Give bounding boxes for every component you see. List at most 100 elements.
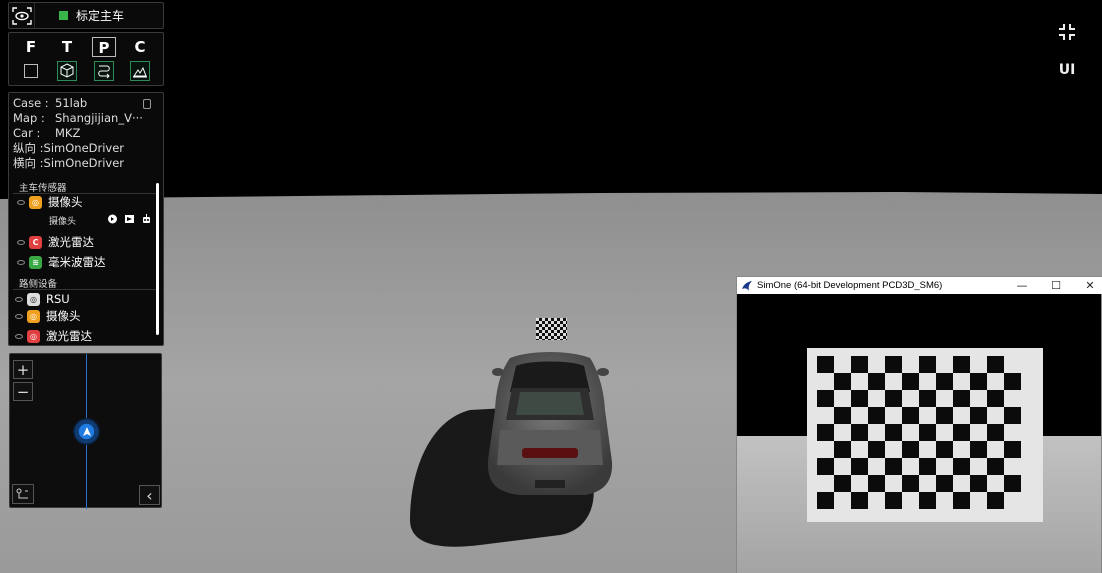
case-row: Case : 51lab [13, 96, 87, 111]
view-letter-p[interactable]: P [92, 37, 116, 57]
sensor-label: 激光雷达 [46, 329, 92, 343]
zoom-out-button[interactable]: − [13, 382, 33, 401]
car-value: MKZ [55, 126, 81, 140]
window-titlebar[interactable]: SimOne (64-bit Development PCD3D_SM6) — … [737, 277, 1102, 294]
collapse-info-button[interactable] [143, 99, 151, 109]
view-selector: F T P C [8, 32, 164, 86]
checker-cell [885, 441, 902, 458]
collapse-map-button[interactable]: ‹ [139, 485, 160, 505]
checker-cell [885, 390, 902, 407]
checker-cell [902, 441, 919, 458]
vehicle-model [487, 352, 613, 495]
checker-cell [851, 424, 868, 441]
terrain-icon[interactable] [130, 61, 150, 81]
video-icon[interactable] [107, 214, 118, 224]
window-title: SimOne (64-bit Development PCD3D_SM6) [757, 280, 943, 291]
checker-cell [885, 356, 902, 373]
calibration-checkerboard [536, 318, 567, 340]
view-top[interactable]: T [55, 37, 79, 81]
maximize-button[interactable]: ☐ [1039, 277, 1073, 294]
frame-icon[interactable] [124, 214, 135, 224]
visibility-icon[interactable] [15, 296, 23, 302]
checker-cell [885, 407, 902, 424]
checker-cell [970, 441, 987, 458]
view-letter-f[interactable]: F [19, 37, 43, 57]
camera-toggle-button[interactable] [9, 3, 35, 28]
view-letter-t[interactable]: T [55, 37, 79, 57]
sensor-label: 毫米波雷达 [48, 255, 106, 269]
checker-cell [936, 424, 953, 441]
sensor-label: 摄像头 [46, 309, 81, 323]
checker-cell [902, 492, 919, 509]
checker-cell [868, 424, 885, 441]
checker-cell [868, 492, 885, 509]
checker-cell [834, 356, 851, 373]
checker-cell [868, 390, 885, 407]
checker-cell [902, 356, 919, 373]
checker-cell [1004, 356, 1021, 373]
minimap[interactable]: + − ‹ [9, 353, 162, 509]
checker-cell [885, 373, 902, 390]
visibility-icon[interactable] [17, 259, 25, 265]
collapse-icon [1059, 24, 1075, 40]
minimize-button[interactable]: — [1005, 277, 1039, 294]
visibility-icon[interactable] [15, 333, 23, 339]
view-front[interactable]: F [19, 37, 43, 78]
checker-cell [936, 407, 953, 424]
exit-fullscreen-button[interactable] [1049, 14, 1085, 50]
checker-cell [970, 492, 987, 509]
vehicle-name: 标定主车 [76, 9, 125, 23]
sensor-item-radar[interactable]: ≋ 毫米波雷达 [17, 254, 106, 270]
checker-cell [936, 492, 953, 509]
checker-cell [817, 373, 834, 390]
checker-cell [953, 492, 970, 509]
sensor-item-camera[interactable]: ◎ 摄像头 [17, 194, 83, 210]
checker-cell [868, 458, 885, 475]
checker-cell [953, 407, 970, 424]
checker-cell [970, 424, 987, 441]
simone-window[interactable]: SimOne (64-bit Development PCD3D_SM6) — … [736, 276, 1102, 573]
sub-sensor-camera[interactable]: 摄像头 [49, 214, 76, 227]
checker-cell [834, 492, 851, 509]
visibility-icon[interactable] [17, 239, 25, 245]
sensor-item-lidar[interactable]: C 激光雷达 [17, 234, 94, 250]
visibility-icon[interactable] [17, 199, 25, 205]
checker-cell [1004, 458, 1021, 475]
robot-icon[interactable] [141, 214, 152, 224]
map-value: Shangjijian_V··· [55, 111, 143, 125]
checker-cell [902, 407, 919, 424]
checker-cell [834, 458, 851, 475]
lateral-value: SimOneDriver [43, 156, 125, 170]
close-button[interactable]: ✕ [1073, 277, 1102, 294]
roadside-item-camera[interactable]: ◎ 摄像头 [15, 308, 81, 324]
checker-cell [885, 475, 902, 492]
sensor-scrollbar[interactable] [156, 183, 159, 335]
zoom-in-button[interactable]: + [13, 360, 33, 379]
view-perspective[interactable]: P [92, 37, 116, 81]
divider [13, 289, 158, 290]
path-icon[interactable] [94, 61, 114, 81]
lateral-label: 横向 : [13, 156, 44, 170]
square-icon[interactable] [24, 64, 38, 78]
checker-cell [902, 475, 919, 492]
roadside-item-lidar[interactable]: ◎ 激光雷达 [15, 328, 92, 344]
checker-cell [953, 373, 970, 390]
checker-cell [851, 407, 868, 424]
checker-cell [919, 373, 936, 390]
visibility-icon[interactable] [15, 313, 23, 319]
view-chase[interactable]: C [128, 37, 152, 81]
checker-cell [919, 441, 936, 458]
ui-toggle-button[interactable]: UI [1049, 52, 1085, 88]
longitudinal-row: 纵向 :SimOneDriver [13, 141, 124, 156]
checker-cell [987, 458, 1004, 475]
checker-cell [919, 475, 936, 492]
cube-icon[interactable] [57, 61, 77, 81]
checker-cell [902, 458, 919, 475]
checker-cell [1004, 441, 1021, 458]
route-button[interactable] [12, 484, 34, 504]
view-letter-c[interactable]: C [128, 37, 152, 57]
checker-cell [987, 441, 1004, 458]
sub-sensor-actions [107, 214, 152, 224]
checker-cell [936, 356, 953, 373]
roadside-item-rsu[interactable]: ◎ RSU [15, 291, 70, 307]
